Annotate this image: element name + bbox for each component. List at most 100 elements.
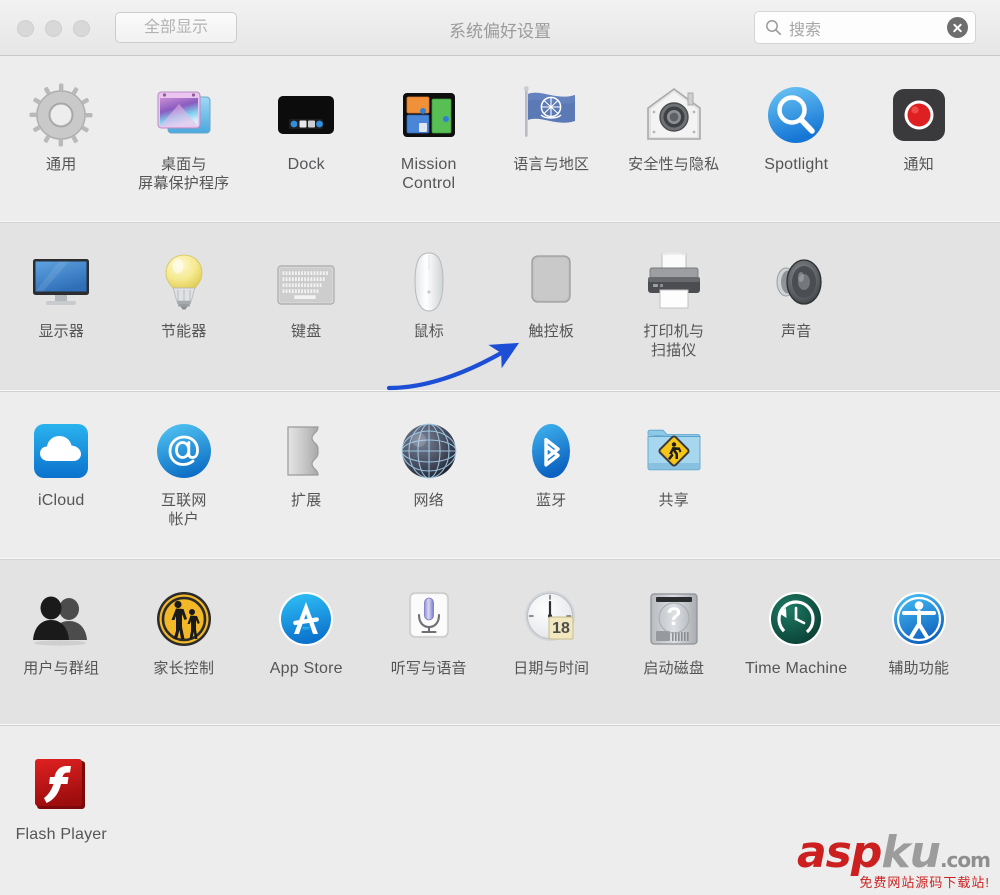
pref-pane-label: Mission Control <box>400 156 457 192</box>
language-region-icon <box>524 86 576 137</box>
pref-pane-extensions[interactable]: 扩展 <box>245 392 368 510</box>
pref-pane-label: 触控板 <box>528 323 575 340</box>
pref-pane-label: 扩展 <box>291 492 322 509</box>
window-titlebar: 全部显示 系统偏好设置 搜索 <box>0 0 1000 56</box>
pref-pane-displays[interactable]: 显示器 <box>0 223 123 341</box>
pref-pane-notifications[interactable]: 通知 <box>858 56 981 174</box>
search-icon <box>766 20 782 36</box>
search-field[interactable]: 搜索 <box>754 11 976 44</box>
mission-control-icon <box>402 93 455 137</box>
pref-pane-trackpad[interactable]: 触控板 <box>490 223 613 341</box>
pref-pane-label: 通知 <box>903 156 934 173</box>
notifications-icon <box>892 89 945 141</box>
pref-pane-printers-scanners[interactable]: 打印机与 扫描仪 <box>613 223 736 360</box>
pref-pane-label: 安全性与隐私 <box>628 156 720 173</box>
pref-pane-time-machine[interactable]: Time Machine <box>735 560 858 678</box>
pref-pane-label: 打印机与 扫描仪 <box>643 323 705 359</box>
pref-pane-label: 通用 <box>46 156 77 173</box>
pref-pane-network[interactable]: 网络 <box>368 392 491 510</box>
preferences-grid: 通用 桌面与 屏幕保护程序 Dock Mission Control 语言与地区 安全性与… <box>0 56 1000 895</box>
startup-disk-icon: ? <box>650 593 698 645</box>
pref-pane-desktop-screensaver[interactable]: 桌面与 屏幕保护程序 <box>123 56 246 193</box>
accessibility-icon <box>891 592 946 646</box>
parental-controls-icon <box>156 592 211 646</box>
pref-pane-mission-control[interactable]: Mission Control <box>368 56 491 193</box>
pref-pane-label: 家长控制 <box>153 660 215 677</box>
dock-icon <box>278 96 335 134</box>
dictation-speech-icon <box>409 592 449 638</box>
security-privacy-icon <box>646 88 701 140</box>
preferences-row: 通用 桌面与 屏幕保护程序 Dock Mission Control 语言与地区 安全性与… <box>0 56 1000 223</box>
pref-pane-label: Flash Player <box>15 826 107 843</box>
icloud-icon <box>34 424 89 478</box>
users-groups-icon <box>33 596 88 646</box>
pref-pane-label: 节能器 <box>160 323 207 340</box>
sound-icon <box>776 259 822 305</box>
search-input[interactable]: 搜索 <box>789 16 947 40</box>
preferences-row: 显示器 节能器 键盘 鼠标 触控板 打印机与 扫描仪 声音 <box>0 223 1000 392</box>
system-preferences-window: 全部显示 系统偏好设置 搜索 通用 桌面与 屏幕保护程序 Dock Mission C… <box>0 0 1000 895</box>
pref-pane-spotlight[interactable]: Spotlight <box>735 56 858 174</box>
pref-pane-keyboard[interactable]: 键盘 <box>245 223 368 341</box>
pref-pane-gear[interactable]: 通用 <box>0 56 123 174</box>
preferences-row: 用户与群组 家长控制 App Store 听写与语音 18 日期与时间? 启动磁盘 Time … <box>0 560 1000 726</box>
pref-pane-startup-disk[interactable]: ? 启动磁盘 <box>613 560 736 678</box>
pref-pane-security-privacy[interactable]: 安全性与隐私 <box>613 56 736 174</box>
pref-pane-label: 启动磁盘 <box>643 660 705 677</box>
displays-icon <box>33 259 90 305</box>
date-time-icon: 18 <box>525 591 576 641</box>
flash-player-icon <box>35 759 86 809</box>
energy-saver-icon <box>165 254 203 310</box>
pref-pane-label: 键盘 <box>291 323 322 340</box>
mouse-icon <box>414 252 444 312</box>
pref-pane-parental-controls[interactable]: 家长控制 <box>123 560 246 678</box>
pref-pane-label: 显示器 <box>38 323 85 340</box>
pref-pane-dictation-speech[interactable]: 听写与语音 <box>368 560 491 678</box>
desktop-screensaver-icon <box>157 91 211 134</box>
extensions-icon <box>287 426 319 476</box>
pref-pane-label: 蓝牙 <box>536 492 567 509</box>
sharing-icon <box>647 429 701 471</box>
app-store-icon <box>279 592 334 646</box>
pref-pane-mouse[interactable]: 鼠标 <box>368 223 491 341</box>
svg-text:?: ? <box>666 603 681 631</box>
watermark: aspku.com 免费网站源码下载站! <box>797 831 991 890</box>
time-machine-icon <box>769 592 824 646</box>
trackpad-icon <box>531 255 571 303</box>
pref-pane-label: Spotlight <box>764 156 829 173</box>
pref-pane-dock[interactable]: Dock <box>245 56 368 174</box>
pref-pane-bluetooth[interactable]: 蓝牙 <box>490 392 613 510</box>
watermark-ku: ku <box>881 827 941 878</box>
pref-pane-label: 鼠标 <box>413 323 444 340</box>
pref-pane-sharing[interactable]: 共享 <box>613 392 736 510</box>
watermark-logo: aspku.com <box>797 831 991 875</box>
pref-pane-label: 日期与时间 <box>513 660 590 677</box>
internet-accounts-icon <box>156 424 211 478</box>
pref-pane-label: 辅助功能 <box>888 660 950 677</box>
pref-pane-label: App Store <box>269 660 343 677</box>
pref-pane-users-groups[interactable]: 用户与群组 <box>0 560 123 678</box>
bluetooth-icon <box>532 424 571 478</box>
pref-pane-language-region[interactable]: 语言与地区 <box>490 56 613 174</box>
pref-pane-energy-saver[interactable]: 节能器 <box>123 223 246 341</box>
pref-pane-label: iCloud <box>37 492 85 509</box>
printers-scanners-icon <box>647 252 700 309</box>
spotlight-icon <box>768 87 825 143</box>
watermark-asp: asp <box>796 827 882 878</box>
pref-pane-label: 网络 <box>413 492 444 509</box>
pref-pane-internet-accounts[interactable]: 互联网 帐户 <box>123 392 246 529</box>
pref-pane-icloud[interactable]: iCloud <box>0 392 123 510</box>
watermark-com: .com <box>939 848 991 872</box>
pref-pane-label: 桌面与 屏幕保护程序 <box>138 156 230 192</box>
gear-icon <box>29 83 93 147</box>
pref-pane-accessibility[interactable]: 辅助功能 <box>858 560 981 678</box>
clear-icon[interactable] <box>947 17 968 38</box>
pref-pane-date-time[interactable]: 18 日期与时间 <box>490 560 613 678</box>
pref-pane-label: 共享 <box>658 492 689 509</box>
pref-pane-app-store[interactable]: App Store <box>245 560 368 678</box>
pref-pane-flash-player[interactable]: Flash Player <box>0 726 123 844</box>
pref-pane-label: Time Machine <box>745 660 848 677</box>
preferences-row: iCloud 互联网 帐户 扩展 网络 蓝牙 共享 <box>0 392 1000 560</box>
pref-pane-sound[interactable]: 声音 <box>735 223 858 341</box>
keyboard-icon <box>277 265 335 305</box>
